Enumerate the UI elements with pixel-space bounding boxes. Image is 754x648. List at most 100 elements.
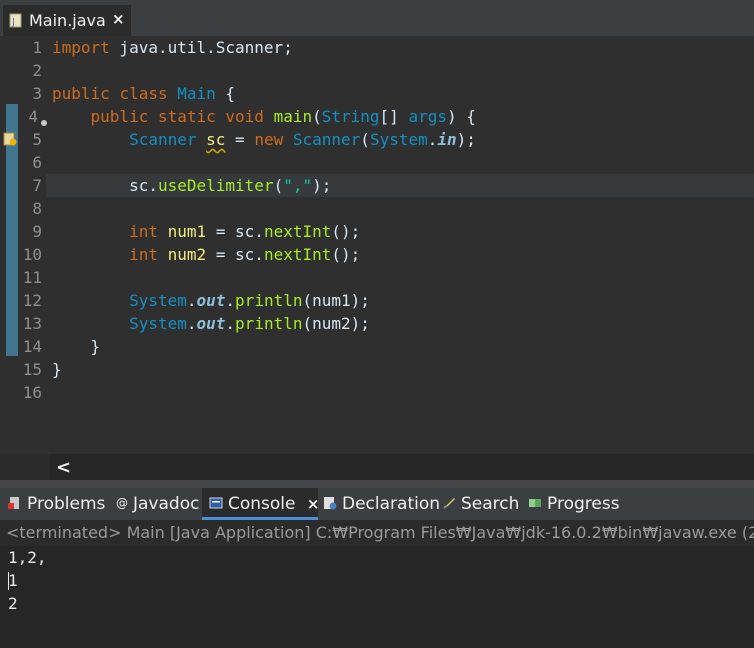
line-number: 3 — [32, 84, 42, 103]
scroll-left-icon[interactable]: < — [56, 457, 71, 478]
line-number: 14 — [22, 337, 42, 356]
code-line-9[interactable]: int num1 = sc.nextInt(); — [52, 220, 360, 243]
java-file-icon: J — [9, 13, 23, 28]
search-icon — [442, 495, 456, 509]
tab-search[interactable]: Search — [442, 494, 519, 514]
close-icon[interactable]: × — [307, 495, 320, 513]
code-text: . — [186, 291, 197, 310]
code-text: (num2); — [302, 314, 370, 333]
tab-main-java[interactable]: J Main.java × — [3, 5, 131, 36]
console-status: <terminated> Main [Java Application] C:₩… — [6, 523, 754, 542]
line-number: 16 — [22, 383, 42, 402]
code-line-1[interactable]: import java.util.Scanner; — [52, 36, 293, 59]
code-text: . — [427, 130, 438, 149]
code-text: (num1); — [302, 291, 370, 310]
code-text: ( — [273, 176, 284, 195]
code-line-12[interactable]: System.out.println(num1); — [52, 289, 370, 312]
type-name: System — [129, 314, 187, 333]
class-name: Main — [177, 84, 216, 103]
variable-name: num1 — [167, 222, 207, 241]
method-name: nextInt — [263, 222, 332, 241]
tab-label: Declaration — [342, 494, 441, 514]
breakpoint-icon[interactable] — [40, 112, 48, 126]
keyword: int — [129, 222, 158, 241]
svg-text:J: J — [11, 17, 15, 28]
code-text: (); — [331, 222, 361, 241]
console-line: 1,2, — [8, 548, 47, 567]
code-text: { — [215, 84, 236, 103]
code-line-13[interactable]: System.out.println(num2); — [52, 312, 370, 335]
keyword: void — [225, 107, 264, 126]
static-field: out — [196, 314, 226, 333]
method-name: main — [273, 107, 313, 126]
type-name: Scanner — [292, 130, 361, 149]
console-line: 2 — [8, 594, 18, 613]
code-line-5[interactable]: Scanner sc = new Scanner(System.in); — [52, 128, 476, 151]
declaration-icon — [323, 495, 337, 510]
javadoc-icon: @ — [116, 495, 128, 510]
tab-declaration[interactable]: Declaration — [323, 494, 440, 514]
tab-label: Main.java — [29, 11, 106, 30]
tab-label: Javadoc — [133, 494, 200, 514]
console-icon — [209, 495, 223, 509]
panel-divider[interactable] — [0, 480, 754, 488]
code-line-3[interactable]: public class Main { — [52, 82, 235, 105]
line-number: 13 — [22, 314, 42, 333]
code-text: ) { — [446, 107, 476, 126]
code-text: . — [225, 291, 236, 310]
code-line-4[interactable]: public static void main(String[] args) { — [52, 105, 476, 128]
keyword: public — [52, 84, 110, 103]
tab-problems[interactable]: Problems — [8, 494, 105, 514]
close-icon[interactable]: × — [112, 10, 125, 28]
line-number: 2 — [32, 61, 42, 80]
static-field: in — [437, 130, 457, 149]
tab-label: Problems — [27, 494, 106, 514]
console-line: 1 — [8, 571, 18, 590]
line-number: 1 — [32, 38, 42, 57]
code-line-10[interactable]: int num2 = sc.nextInt(); — [52, 243, 360, 266]
code-text: ); — [456, 130, 476, 149]
code-text: java.util.Scanner; — [109, 38, 293, 57]
line-number: 10 — [22, 245, 42, 264]
code-text: . — [225, 314, 236, 333]
keyword: import — [52, 38, 110, 57]
code-text: ( — [360, 130, 370, 149]
code-text: = — [225, 130, 255, 149]
console-output[interactable] — [0, 546, 754, 648]
code-text: ); — [312, 176, 332, 195]
code-line-14[interactable]: } — [52, 335, 101, 358]
code-text: } — [90, 337, 101, 356]
line-number: 8 — [32, 199, 42, 218]
line-number: 4 — [28, 107, 38, 126]
tab-javadoc[interactable]: @ Javadoc — [116, 494, 199, 514]
line-number: 5 — [32, 130, 42, 149]
horizontal-scrollbar[interactable] — [50, 454, 754, 480]
code-text: } — [52, 360, 62, 379]
method-name: println — [235, 291, 303, 310]
param-name: args — [408, 107, 447, 126]
tab-progress[interactable]: Progress — [528, 494, 620, 514]
progress-icon — [528, 495, 542, 509]
variable-name: sc — [206, 130, 226, 149]
keyword: int — [129, 245, 158, 264]
code-text: = sc. — [206, 222, 264, 241]
text-cursor — [8, 572, 9, 590]
warning-icon[interactable] — [3, 131, 17, 146]
code-text: = sc. — [206, 245, 264, 264]
keyword: public — [90, 107, 149, 126]
code-text: (); — [331, 245, 361, 264]
code-line-15[interactable]: } — [52, 358, 62, 381]
variable-name: num2 — [167, 245, 207, 264]
code-line-7[interactable]: sc.useDelimiter(","); — [52, 174, 331, 197]
problems-icon — [8, 495, 22, 509]
static-field: out — [196, 291, 226, 310]
code-text: . — [186, 314, 197, 333]
keyword: class — [119, 84, 168, 103]
method-name: useDelimiter — [157, 176, 274, 195]
method-name: nextInt — [263, 245, 332, 264]
type-name: System — [129, 291, 187, 310]
tab-console[interactable]: Console × — [209, 494, 319, 514]
tab-label: Search — [461, 494, 520, 514]
method-name: println — [235, 314, 303, 333]
type-name: String — [321, 107, 380, 126]
